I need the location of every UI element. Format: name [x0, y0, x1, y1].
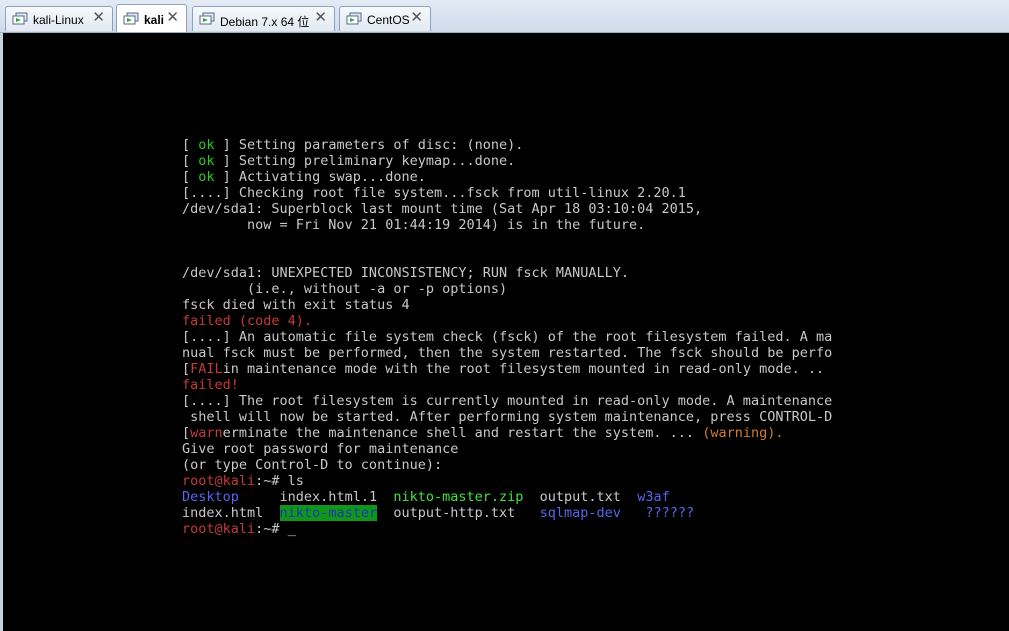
- terminal-line: [ ok ] Setting parameters of disc: (none…: [182, 137, 832, 153]
- terminal-line: (or type Control-D to continue):: [182, 457, 832, 473]
- tab-label: kali-Linux: [33, 13, 84, 27]
- terminal-text: :~# ls: [255, 473, 304, 489]
- terminal-text: now = Fri Nov 21 01:44:19 2014) is in th…: [182, 217, 646, 233]
- terminal-line: failed!: [182, 377, 832, 393]
- terminal-line: [ ok ] Activating swap...done.: [182, 169, 832, 185]
- terminal-line: fsck died with exit status 4: [182, 297, 832, 313]
- terminal-line: failed (code 4).: [182, 313, 832, 329]
- vm-tab-bar: kali-Linux ✕ kali ✕ Debian 7.x 64 位 ✕ Ce…: [0, 0, 1009, 33]
- tab-centos[interactable]: CentOS ✕: [339, 6, 431, 31]
- close-icon[interactable]: ✕: [166, 10, 179, 26]
- terminal-text: output-http.txt: [377, 505, 540, 521]
- terminal-text: nikto-master.zip: [393, 489, 524, 505]
- terminal-text: sqlmap-dev: [539, 505, 621, 521]
- tab-kali[interactable]: kali ✕: [116, 4, 187, 32]
- vm-console-screen[interactable]: [ ok ] Setting parameters of disc: (none…: [3, 33, 1009, 631]
- terminal-line: /dev/sda1: UNEXPECTED INCONSISTENCY; RUN…: [182, 265, 832, 281]
- terminal-text: /dev/sda1: Superblock last mount time (S…: [182, 201, 703, 217]
- terminal-text: [: [182, 153, 199, 169]
- virtual-machine-icon: [199, 12, 215, 25]
- terminal-text: failed (code 4).: [182, 313, 313, 329]
- terminal-text: in maintenance mode with the root filesy…: [222, 361, 825, 377]
- terminal-text: erminate the maintenance shell and resta…: [222, 425, 703, 441]
- close-icon[interactable]: ✕: [92, 10, 105, 26]
- terminal-text: root@kali: [182, 473, 256, 489]
- terminal-text: ok: [198, 169, 215, 185]
- terminal-text: shell will now be started. After perform…: [182, 409, 833, 425]
- close-icon[interactable]: ✕: [410, 10, 423, 26]
- terminal-line: root@kali:~# ls: [182, 473, 832, 489]
- tab-label: kali: [144, 13, 165, 27]
- terminal-text: (i.e., without -a or -p options): [182, 281, 508, 297]
- terminal-text: FAIL: [190, 361, 223, 377]
- tab-label: Debian 7.x 64 位: [220, 15, 310, 29]
- terminal-text: (warning).: [702, 425, 784, 441]
- terminal-line: [....] The root filesystem is currently …: [182, 393, 832, 409]
- terminal-line: [....] Checking root file system...fsck …: [182, 185, 832, 201]
- close-icon[interactable]: ✕: [314, 10, 327, 26]
- terminal-text: index.html: [182, 505, 280, 521]
- terminal-line: /dev/sda1: Superblock last mount time (S…: [182, 201, 832, 217]
- terminal-text: ] Setting preliminary keymap...done.: [214, 153, 516, 169]
- terminal-text: fsck died with exit status 4: [182, 297, 410, 313]
- terminal-text: Desktop: [182, 489, 239, 505]
- terminal-line: (i.e., without -a or -p options): [182, 281, 832, 297]
- terminal-text: [....] The root filesystem is currently …: [182, 393, 833, 409]
- terminal-line: Give root password for maintenance: [182, 441, 832, 457]
- terminal-text: /dev/sda1: UNEXPECTED INCONSISTENCY; RUN…: [182, 265, 630, 281]
- terminal-line: root@kali:~# _: [182, 521, 832, 537]
- terminal-text: [: [182, 137, 199, 153]
- virtual-machine-icon: [123, 12, 139, 25]
- terminal-text: [....] Checking root file system...fsck …: [182, 185, 686, 201]
- virtual-machine-icon: [346, 12, 362, 25]
- terminal-text: ] Setting parameters of disc: (none).: [214, 137, 524, 153]
- tab-debian-7x-64[interactable]: Debian 7.x 64 位 ✕: [192, 6, 335, 31]
- tab-kali-linux[interactable]: kali-Linux ✕: [5, 6, 113, 31]
- terminal-text: output.txt: [523, 489, 638, 505]
- terminal-text: [: [182, 425, 191, 441]
- terminal-text: [: [182, 361, 191, 377]
- terminal-text: Give root password for maintenance: [182, 441, 459, 457]
- terminal-line: [FAILin maintenance mode with the root f…: [182, 361, 832, 377]
- terminal-text: ok: [198, 153, 215, 169]
- terminal-text: nual fsck must be performed, then the sy…: [182, 345, 833, 361]
- terminal-line: [warnerminate the maintenance shell and …: [182, 425, 832, 441]
- terminal-text: root@kali: [182, 521, 256, 537]
- terminal-text: (or type Control-D to continue):: [182, 457, 443, 473]
- tab-label: CentOS: [367, 13, 410, 27]
- terminal-line: [ ok ] Setting preliminary keymap...done…: [182, 153, 832, 169]
- terminal-line: index.html nikto-master output-http.txt …: [182, 505, 832, 521]
- terminal-line: [....] An automatic file system check (f…: [182, 329, 832, 345]
- terminal-text: ] Activating swap...done.: [214, 169, 426, 185]
- terminal-line: Desktop index.html.1 nikto-master.zip ou…: [182, 489, 832, 505]
- terminal-text: nikto-master: [279, 505, 378, 521]
- virtual-machine-icon: [12, 12, 28, 25]
- terminal-cursor: _: [287, 521, 296, 537]
- terminal-line: now = Fri Nov 21 01:44:19 2014) is in th…: [182, 217, 832, 233]
- terminal-line: shell will now be started. After perform…: [182, 409, 832, 425]
- terminal-text: ok: [198, 137, 215, 153]
- terminal-text: w3af: [637, 489, 670, 505]
- terminal-line: nual fsck must be performed, then the sy…: [182, 345, 832, 361]
- terminal-text: ??????: [645, 505, 695, 521]
- terminal-text: [: [182, 169, 199, 185]
- terminal-text: index.html.1: [238, 489, 394, 505]
- terminal-text: :~#: [255, 521, 288, 537]
- terminal-text: failed!: [182, 377, 239, 393]
- terminal-output: [ ok ] Setting parameters of disc: (none…: [182, 137, 832, 537]
- terminal-text: warn: [190, 425, 223, 441]
- terminal-text: [....] An automatic file system check (f…: [182, 329, 833, 345]
